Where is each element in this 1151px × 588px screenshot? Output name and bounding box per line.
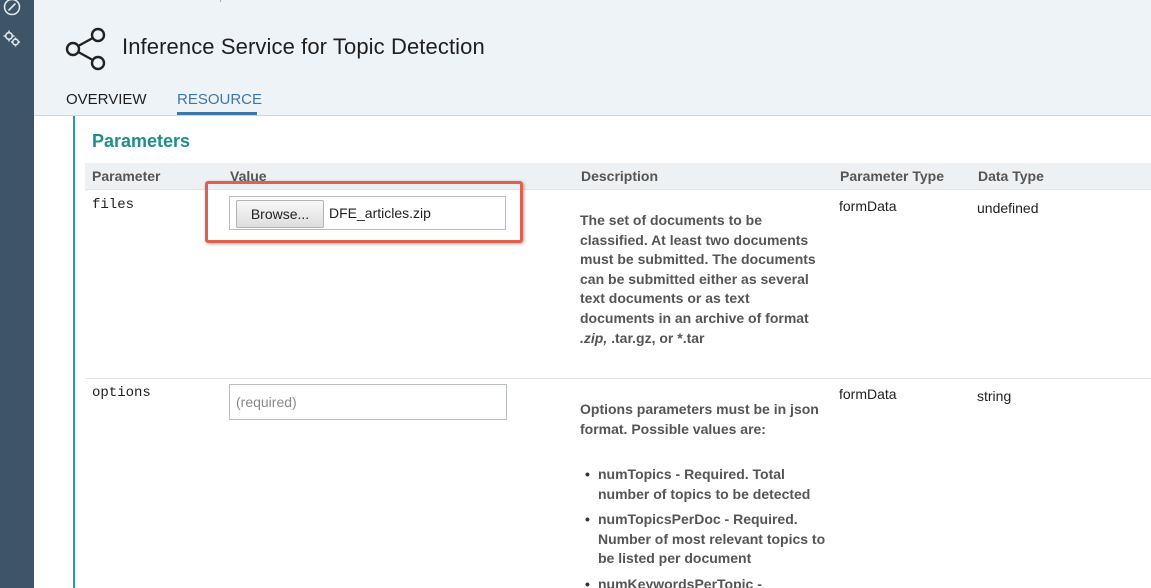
description-format-italic: .zip, [580, 329, 608, 346]
description-line: must be submitted. The documents [580, 251, 816, 268]
description-line: .zip, .tar.gz, or *.tar [580, 329, 830, 349]
list-item-line: Number of most relevant topics to [598, 530, 826, 547]
description-format-rest: .tar.gz, or *.tar [607, 329, 705, 346]
left-rail [0, 0, 34, 588]
content-border [73, 116, 75, 588]
description-files: The set of documents to be classified. A… [580, 211, 830, 348]
file-input[interactable]: Browse... DFE_articles.zip [229, 196, 506, 230]
row-divider [85, 378, 1151, 379]
list-item-line: number of topics to be detected [598, 485, 811, 502]
description-line: text documents or as text [580, 290, 750, 307]
compass-icon[interactable] [1, 0, 23, 18]
options-bullet-list: numTopics - Required. Total number of to… [584, 465, 834, 588]
column-header-description: Description [581, 168, 659, 184]
param-name-files: files [92, 197, 135, 213]
data-type-options: string [977, 388, 1012, 404]
param-type-options: formData [839, 386, 897, 402]
page-title: Inference Service for Topic Detection [122, 34, 485, 59]
list-item-line: numKeywordsPerTopic - [598, 575, 762, 588]
list-item: numTopicsPerDoc - Required. Number of mo… [584, 510, 834, 569]
selected-file-name: DFE_articles.zip [329, 205, 431, 221]
description-line: Options parameters must be in json [580, 401, 819, 417]
description-line: format. Possible values are: [580, 420, 766, 437]
tab-overview[interactable]: OVERVIEW [66, 91, 147, 108]
param-name-options: options [92, 385, 151, 401]
page-header: Inference Service for Topic Detection OV… [34, 0, 1151, 116]
column-header-parameter-type: Parameter Type [840, 168, 945, 184]
description-line: The set of documents to be [580, 212, 763, 228]
tab-resource[interactable]: RESOURCE [177, 91, 262, 108]
list-item: numTopics - Required. Total number of to… [584, 465, 834, 504]
list-item-line: numTopics - Required. Total [598, 466, 785, 482]
breadcrumb-separator [220, 0, 226, 2]
description-options: Options parameters must be in json forma… [580, 400, 830, 439]
column-header-data-type: Data Type [978, 168, 1044, 184]
column-header-parameter: Parameter [92, 168, 161, 184]
param-type-files: formData [839, 198, 897, 214]
section-title: Parameters [92, 131, 191, 151]
list-item: numKeywordsPerTopic - [584, 575, 834, 588]
description-line: can be submitted either as several [580, 270, 809, 287]
description-line: documents in an archive of format [580, 309, 809, 326]
options-input[interactable] [229, 384, 507, 420]
browse-button[interactable]: Browse... [236, 200, 324, 228]
list-item-line: be listed per document [598, 550, 752, 567]
share-nodes-icon [64, 27, 108, 71]
gears-icon[interactable] [1, 28, 23, 50]
list-item-line: numTopicsPerDoc - Required. [598, 511, 798, 528]
data-type-files: undefined [977, 200, 1039, 216]
active-tab-indicator [177, 112, 257, 115]
description-line: classified. At least two documents [580, 231, 809, 248]
